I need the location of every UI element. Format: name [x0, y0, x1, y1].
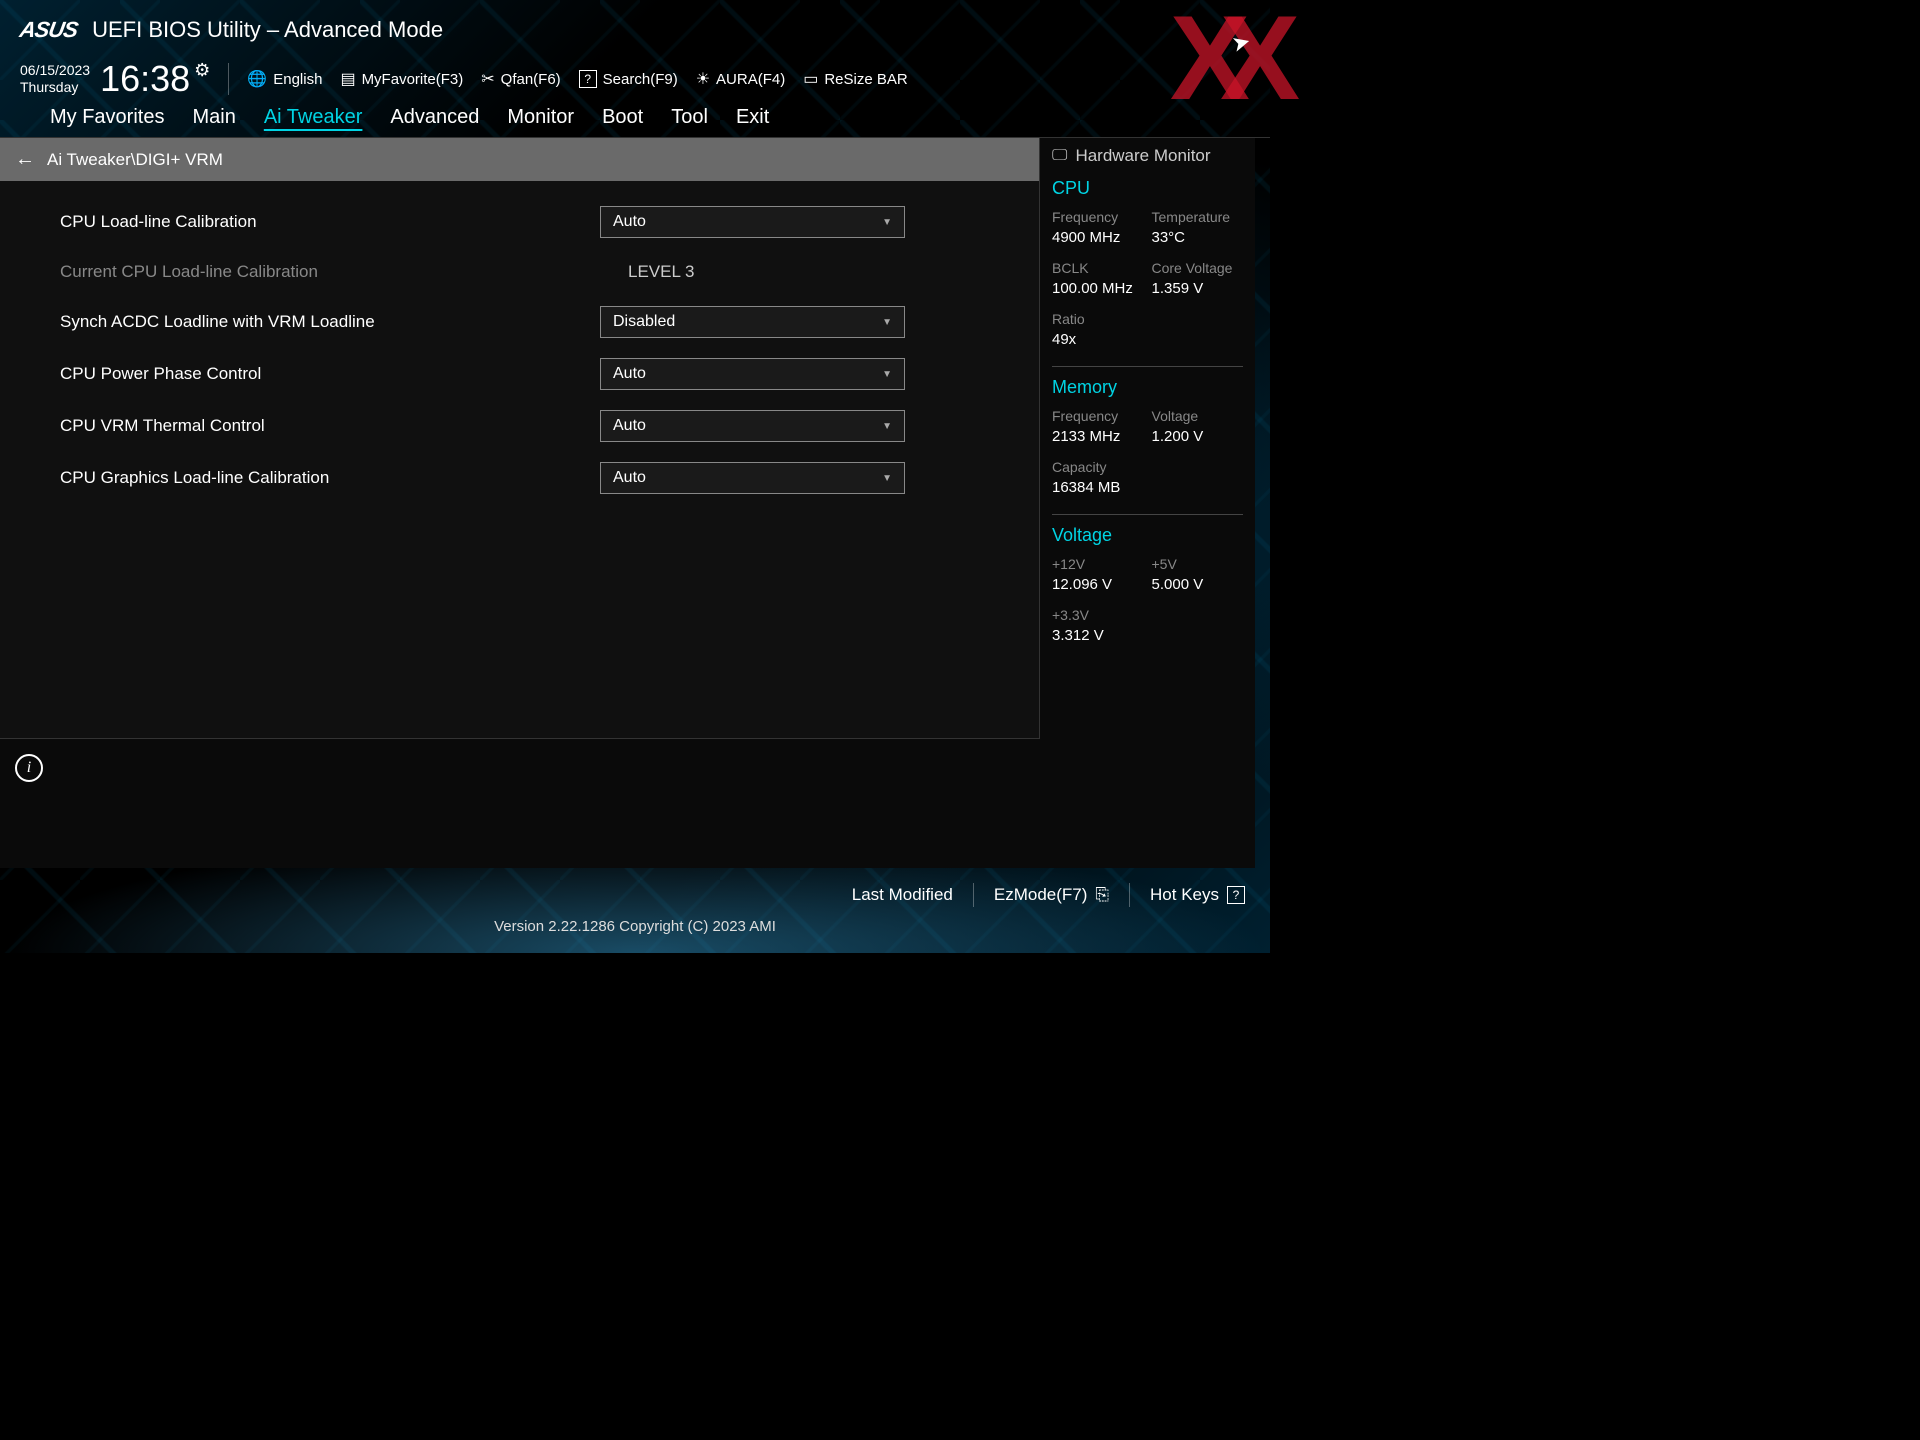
watermark-logo: XX [1170, 10, 1270, 106]
stat-value: 2133 MHz [1052, 428, 1144, 445]
footer: Last Modified EzMode(F7) ⎘ Hot Keys ? Ve… [0, 868, 1270, 953]
setting-power-phase: CPU Power Phase Control Auto ▼ [0, 348, 1039, 400]
chevron-down-icon: ▼ [882, 317, 892, 328]
setting-synch-acdc: Synch ACDC Loadline with VRM Loadline Di… [0, 296, 1039, 348]
setting-vrm-thermal: CPU VRM Thermal Control Auto ▼ [0, 400, 1039, 452]
setting-cpu-llc: CPU Load-line Calibration Auto ▼ [0, 196, 1039, 248]
day: Thursday [20, 79, 90, 96]
chevron-down-icon: ▼ [882, 217, 892, 228]
header: ASUS UEFI BIOS Utility – Advanced Mode 0… [0, 0, 1270, 98]
bookmark-icon: ▤ [340, 69, 355, 89]
stat-value: 33°C [1152, 229, 1244, 246]
voltage-section-title: Voltage [1052, 525, 1243, 546]
tab-ai-tweaker[interactable]: Ai Tweaker [264, 106, 363, 129]
tab-tool[interactable]: Tool [671, 106, 708, 129]
setting-label: CPU Power Phase Control [60, 364, 600, 384]
setting-label: CPU Load-line Calibration [60, 212, 600, 232]
info-bar: i [0, 738, 1040, 868]
breadcrumb-text: Ai Tweaker\DIGI+ VRM [47, 150, 223, 170]
breadcrumb: ← Ai Tweaker\DIGI+ VRM [0, 138, 1039, 181]
stat-label: +3.3V [1052, 607, 1144, 623]
stat-label: Ratio [1052, 311, 1144, 327]
setting-label: CPU Graphics Load-line Calibration [60, 468, 600, 488]
dropdown-synch-acdc[interactable]: Disabled ▼ [600, 306, 905, 338]
stat-value: 49x [1052, 331, 1144, 348]
fan-icon: ✂ [481, 69, 494, 89]
aura-button[interactable]: ☀ AURA(F4) [696, 69, 786, 89]
brand-logo: ASUS [18, 17, 80, 43]
time: 16:38 [100, 58, 190, 100]
search-button[interactable]: ? Search(F9) [579, 70, 678, 88]
stat-value: 5.000 V [1152, 576, 1244, 593]
bar-icon: ▭ [803, 69, 818, 89]
setting-label: Current CPU Load-line Calibration [60, 262, 600, 282]
stat-value: 12.096 V [1052, 576, 1144, 593]
nav-tabs: My Favorites Main Ai Tweaker Advanced Mo… [0, 98, 1270, 138]
stat-label: Capacity [1052, 459, 1144, 475]
myfavorite-button[interactable]: ▤ MyFavorite(F3) [340, 69, 463, 89]
dropdown-graphics-llc[interactable]: Auto ▼ [600, 462, 905, 494]
stat-label: Core Voltage [1152, 260, 1244, 276]
dropdown-power-phase[interactable]: Auto ▼ [600, 358, 905, 390]
stat-label: Frequency [1052, 408, 1144, 424]
exit-icon: ⎘ [1095, 885, 1109, 905]
sidebar-title: Hardware Monitor [1075, 146, 1210, 166]
tab-main[interactable]: Main [192, 106, 235, 129]
stat-value: 100.00 MHz [1052, 280, 1144, 297]
gear-icon[interactable]: ⚙ [194, 60, 210, 81]
tab-monitor[interactable]: Monitor [507, 106, 574, 129]
info-icon[interactable]: i [15, 754, 43, 782]
setting-label: Synch ACDC Loadline with VRM Loadline [60, 312, 600, 332]
stat-label: +5V [1152, 556, 1244, 572]
question-icon: ? [579, 70, 597, 88]
dropdown-cpu-llc[interactable]: Auto ▼ [600, 206, 905, 238]
back-arrow-icon[interactable]: ← [15, 148, 35, 171]
static-value: LEVEL 3 [600, 262, 694, 282]
chevron-down-icon: ▼ [882, 473, 892, 484]
page-title: UEFI BIOS Utility – Advanced Mode [92, 17, 443, 43]
globe-icon: 🌐 [247, 69, 267, 89]
tab-exit[interactable]: Exit [736, 106, 769, 129]
stat-value: 4900 MHz [1052, 229, 1144, 246]
chevron-down-icon: ▼ [882, 421, 892, 432]
setting-label: CPU VRM Thermal Control [60, 416, 600, 436]
stat-label: Temperature [1152, 209, 1244, 225]
stat-label: BCLK [1052, 260, 1144, 276]
hardware-monitor-sidebar: 🖵 Hardware Monitor CPU Frequency 4900 MHz… [1040, 138, 1255, 868]
setting-graphics-llc: CPU Graphics Load-line Calibration Auto … [0, 452, 1039, 504]
resizebar-button[interactable]: ▭ ReSize BAR [803, 69, 908, 89]
stat-label: +12V [1052, 556, 1144, 572]
stat-value: 16384 MB [1052, 479, 1144, 496]
hotkeys-button[interactable]: Hot Keys ? [1150, 885, 1245, 905]
tab-boot[interactable]: Boot [602, 106, 643, 129]
datetime: 06/15/2023 Thursday 16:38 ⚙ [20, 58, 210, 100]
dropdown-vrm-thermal[interactable]: Auto ▼ [600, 410, 905, 442]
cpu-section-title: CPU [1052, 178, 1243, 199]
stat-label: Voltage [1152, 408, 1244, 424]
qfan-button[interactable]: ✂ Qfan(F6) [481, 69, 560, 89]
tab-advanced[interactable]: Advanced [390, 106, 479, 129]
memory-section-title: Memory [1052, 377, 1243, 398]
question-icon: ? [1227, 886, 1245, 904]
tab-my-favorites[interactable]: My Favorites [50, 106, 164, 129]
language-selector[interactable]: 🌐 English [247, 69, 322, 89]
stat-label: Frequency [1052, 209, 1144, 225]
stat-value: 1.200 V [1152, 428, 1244, 445]
stat-value: 1.359 V [1152, 280, 1244, 297]
chevron-down-icon: ▼ [882, 369, 892, 380]
version-text: Version 2.22.1286 Copyright (C) 2023 AMI [0, 912, 1270, 941]
stat-value: 3.312 V [1052, 627, 1144, 644]
sun-icon: ☀ [696, 69, 710, 89]
date: 06/15/2023 [20, 62, 90, 79]
setting-current-llc: Current CPU Load-line Calibration LEVEL … [0, 248, 1039, 296]
ezmode-button[interactable]: EzMode(F7) ⎘ [994, 885, 1109, 905]
monitor-icon: 🖵 [1052, 147, 1067, 165]
last-modified-button[interactable]: Last Modified [852, 885, 953, 905]
